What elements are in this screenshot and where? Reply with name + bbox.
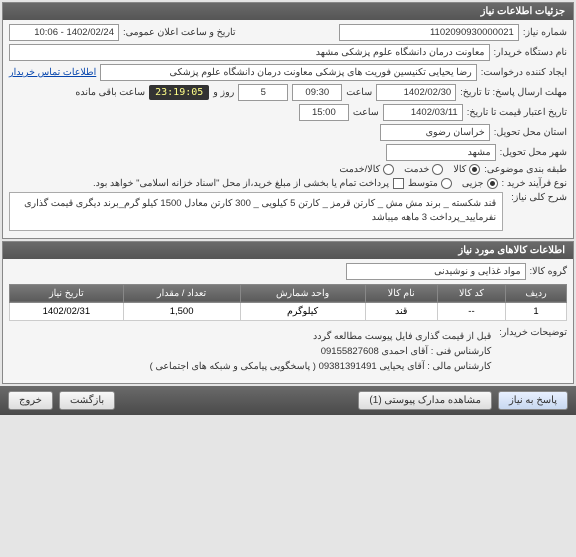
creator-value: رضا یحیایی تکنیسین فوریت های پزشکی معاون… [100,64,477,81]
respond-button[interactable]: پاسخ به نیاز [498,391,568,410]
note-line-3: کارشناس مالی : آقای یحیایی 09381391491 (… [150,359,492,374]
radio-kala-label: کالا [453,164,466,175]
day-label: روز و [213,87,234,98]
announce-value: 1402/02/24 - 10:06 [9,24,119,41]
radio-both[interactable] [383,164,394,175]
announce-label: تاریخ و ساعت اعلان عمومی: [123,27,236,38]
back-button[interactable]: بازگشت [59,391,115,410]
province-value: خراسان رضوی [380,124,490,141]
panel-header-items: اطلاعات کالاهای مورد نیاز [3,242,573,259]
class-radio-group: کالا خدمت کالا/خدمت [339,164,480,175]
cell-idx: 1 [506,302,567,320]
radio-jozi[interactable] [487,178,498,189]
exit-button[interactable]: خروج [8,391,53,410]
cell-date: 1402/02/31 [10,302,124,320]
th-idx: ردیف [506,284,567,302]
buyer-value: معاونت درمان دانشگاه علوم پزشکی مشهد [9,44,490,61]
time-label-1: ساعت [346,87,372,98]
buyer-notes: قبل از قیمت گذاری فایل پیوست مطالعه گردد… [146,327,496,377]
th-date: تاریخ نیاز [10,284,124,302]
deadline-label: مهلت ارسال پاسخ: تا تاریخ: [460,87,567,98]
desc-value: قند شکسته _ برند مش مش _ کارتن قرمز _ کا… [9,192,503,231]
req-no-label: شماره نیاز: [523,27,567,38]
cell-name: قند [365,302,437,320]
province-label: استان محل تحویل: [494,127,567,138]
remaining-label: ساعت باقی مانده [75,87,145,98]
valid-label: تاریخ اعتبار قیمت تا تاریخ: [467,107,567,118]
deadline-date: 1402/02/30 [376,84,456,101]
req-no-value: 1102090930000021 [339,24,519,41]
note-line-2: کارشناس فنی : آقای احمدی 09155827608 [150,344,492,359]
proc-note: پرداخت تمام یا بخشی از مبلغ خرید،از محل … [93,178,389,189]
radio-jozi-label: جزیی [462,178,484,189]
deadline-time: 09:30 [292,84,342,101]
radio-both-label: کالا/خدمت [339,164,380,175]
city-label: شهر محل تحویل: [500,147,567,158]
desc-label: شرح کلی نیاز: [511,192,567,203]
proc-label: نوع فرآیند خرید : [502,178,567,189]
valid-date: 1402/03/11 [383,104,463,121]
footer-bar: پاسخ به نیاز مشاهده مدارک پیوستی (1) باز… [0,386,576,415]
buyer-label: نام دستگاه خریدار: [494,47,568,58]
radio-motevaset-label: متوسط [408,178,438,189]
group-value: مواد غذایی و نوشیدنی [346,263,526,280]
class-label: طبقه بندی موضوعی: [484,164,567,175]
attachments-button[interactable]: مشاهده مدارک پیوستی (1) [358,391,492,410]
items-table: ردیف کد کالا نام کالا واحد شمارش تعداد /… [9,284,567,321]
th-code: کد کالا [437,284,505,302]
cell-code: -- [437,302,505,320]
contact-link[interactable]: اطلاعات تماس خریدار [9,67,96,78]
radio-motevaset[interactable] [441,178,452,189]
radio-khedmat[interactable] [432,164,443,175]
panel-header-details: جزئیات اطلاعات نیاز [3,3,573,20]
th-qty: تعداد / مقدار [123,284,240,302]
th-name: نام کالا [365,284,437,302]
treasury-checkbox[interactable] [393,178,404,189]
group-label: گروه کالا: [530,266,567,277]
creator-label: ایجاد کننده درخواست: [481,67,567,78]
radio-khedmat-label: خدمت [404,164,429,175]
valid-time: 15:00 [299,104,349,121]
days-left: 5 [238,84,288,101]
city-value: مشهد [386,144,496,161]
time-label-2: ساعت [353,107,379,118]
note-line-1: قبل از قیمت گذاری فایل پیوست مطالعه گردد [150,329,492,344]
countdown: 23:19:05 [149,85,209,100]
radio-kala[interactable] [469,164,480,175]
cell-qty: 1,500 [123,302,240,320]
notes-label: توضیحات خریدار: [499,327,567,338]
table-row[interactable]: 1 -- قند کیلوگرم 1,500 1402/02/31 [10,302,567,320]
th-unit: واحد شمارش [240,284,365,302]
cell-unit: کیلوگرم [240,302,365,320]
proc-radio-group: جزیی متوسط [408,178,498,189]
